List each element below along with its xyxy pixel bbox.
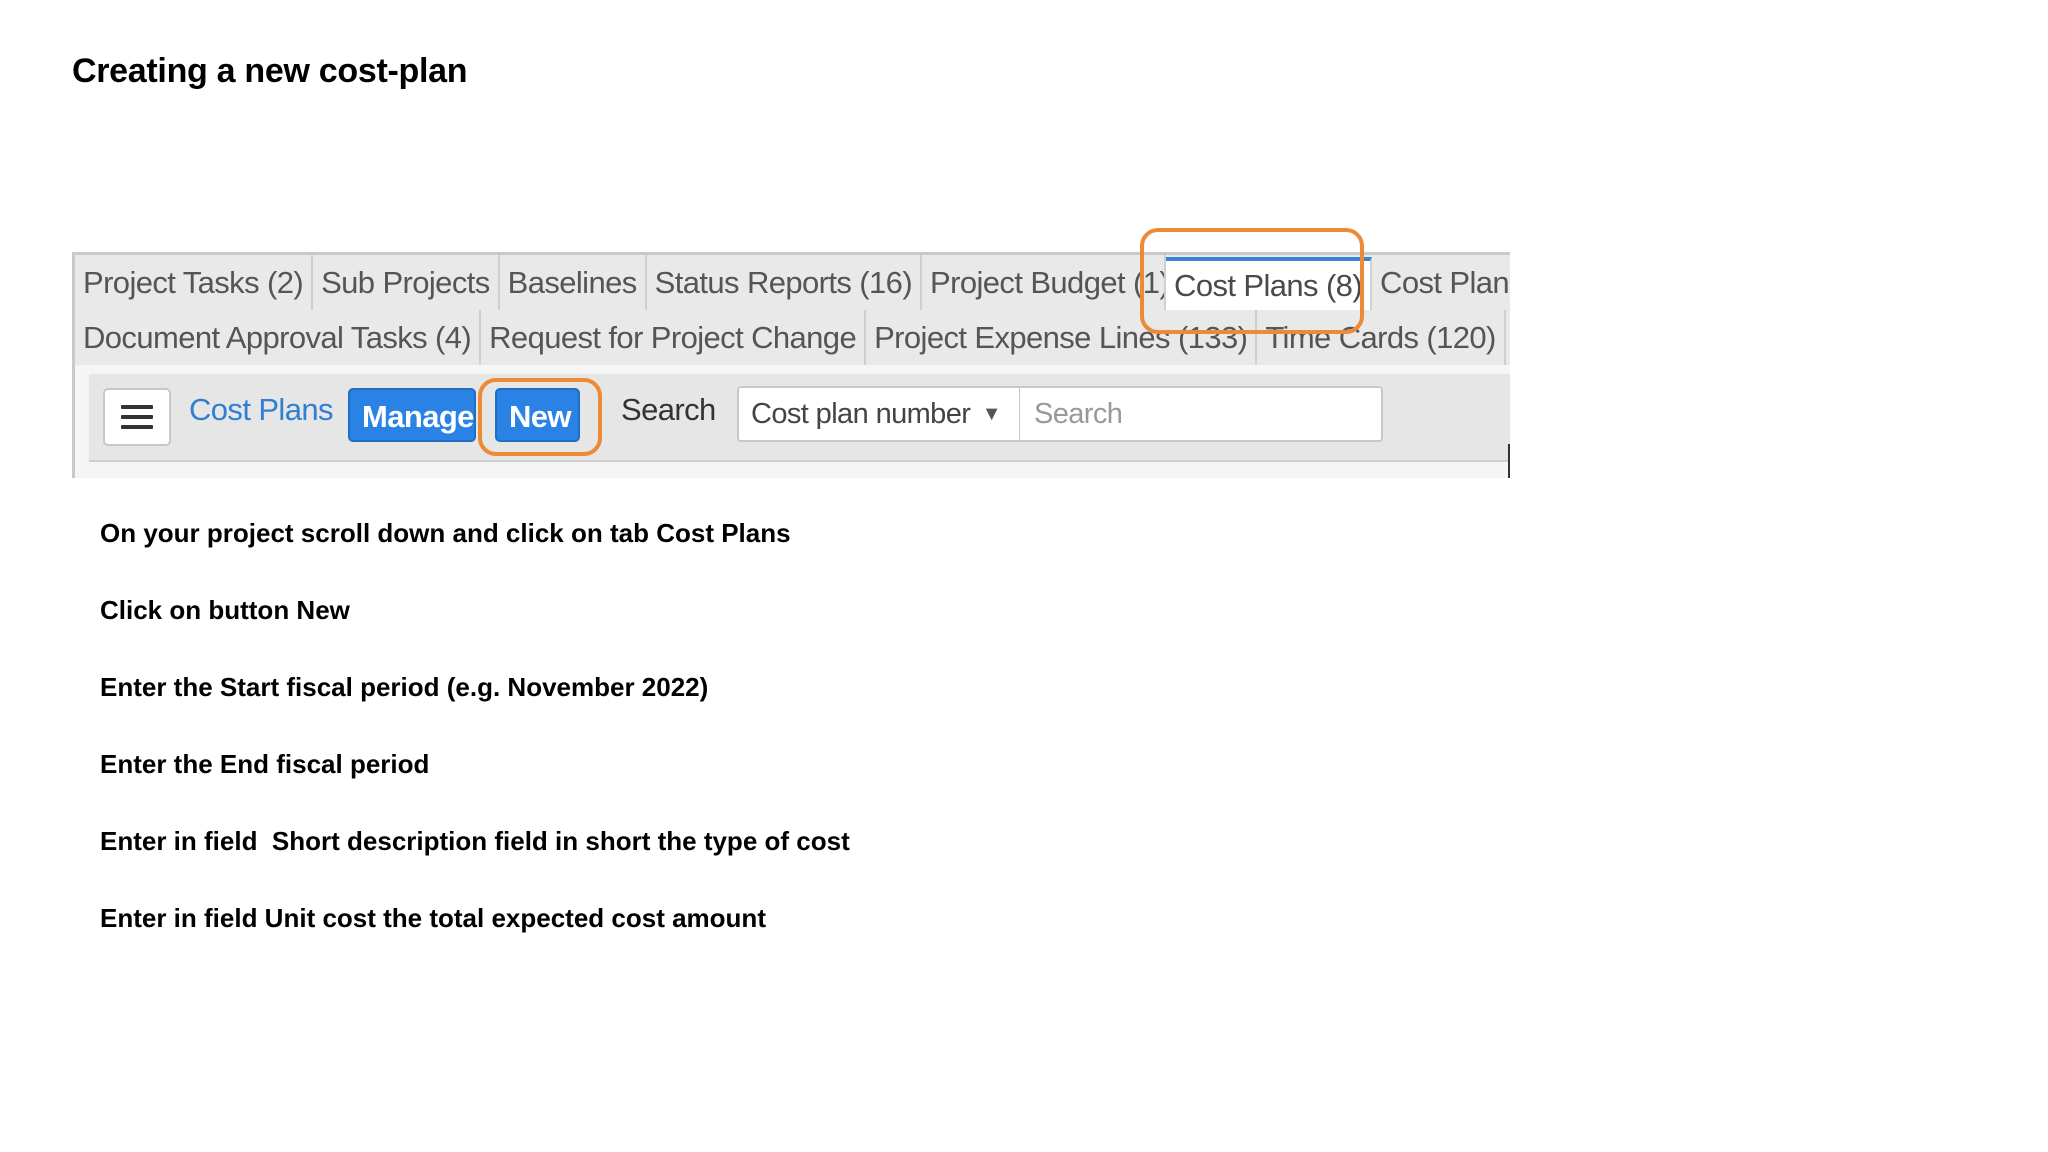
search-field-value: Cost plan number xyxy=(751,398,971,430)
list-toolbar: Cost Plans Manage New Search Cost plan n… xyxy=(89,374,1510,462)
search-input[interactable] xyxy=(1019,386,1383,442)
dropdown-caret-icon: ▼ xyxy=(981,403,1002,425)
tab-cost-plans[interactable]: Cost Plans (8) xyxy=(1166,257,1373,310)
tab-row-secondary: Document Approval Tasks (4) Request for … xyxy=(75,310,1510,365)
tab-project-tasks[interactable]: Project Tasks (2) xyxy=(75,255,314,310)
tab-sub-projects[interactable]: Sub Projects xyxy=(313,255,500,310)
instruction-step: Click on button New xyxy=(100,595,350,625)
instruction-step: On your project scroll down and click on… xyxy=(100,518,791,548)
tab-project-budget[interactable]: Project Budget (1) xyxy=(922,255,1167,310)
screenshot-panel: Project Tasks (2) Sub Projects Baselines… xyxy=(72,252,1510,478)
instruction-step: Enter the End fiscal period xyxy=(100,749,430,779)
search-field-select[interactable]: Cost plan number ▼ xyxy=(737,386,1021,442)
hamburger-menu-icon[interactable] xyxy=(103,388,171,446)
tab-project-expense-lines[interactable]: Project Expense Lines (133) xyxy=(866,310,1258,365)
tab-baselines[interactable]: Baselines xyxy=(500,255,647,310)
tab-status-reports[interactable]: Status Reports (16) xyxy=(647,255,923,310)
tab-request-for-project-change[interactable]: Request for Project Change xyxy=(481,310,867,365)
instruction-steps: On your project scroll down and click on… xyxy=(100,516,850,978)
tab-time-cards[interactable]: Time Cards (120) xyxy=(1257,310,1506,365)
tab-document-approval-tasks[interactable]: Document Approval Tasks (4) xyxy=(75,310,482,365)
instruction-step: Enter in field Short description field i… xyxy=(100,826,850,856)
list-title[interactable]: Cost Plans xyxy=(189,392,334,428)
tab-row-primary: Project Tasks (2) Sub Projects Baselines… xyxy=(75,252,1510,310)
tab-cost-plan-breakdown[interactable]: Cost Plan B xyxy=(1372,255,1510,310)
tab-expenses[interactable]: Ex xyxy=(1506,310,1510,365)
slide-title: Creating a new cost-plan xyxy=(72,52,468,90)
instruction-step: Enter in field Unit cost the total expec… xyxy=(100,903,766,933)
new-button[interactable]: New xyxy=(495,388,580,442)
instruction-step: Enter the Start fiscal period (e.g. Nove… xyxy=(100,672,709,702)
search-label: Search xyxy=(621,392,716,427)
manage-button[interactable]: Manage xyxy=(348,388,476,442)
